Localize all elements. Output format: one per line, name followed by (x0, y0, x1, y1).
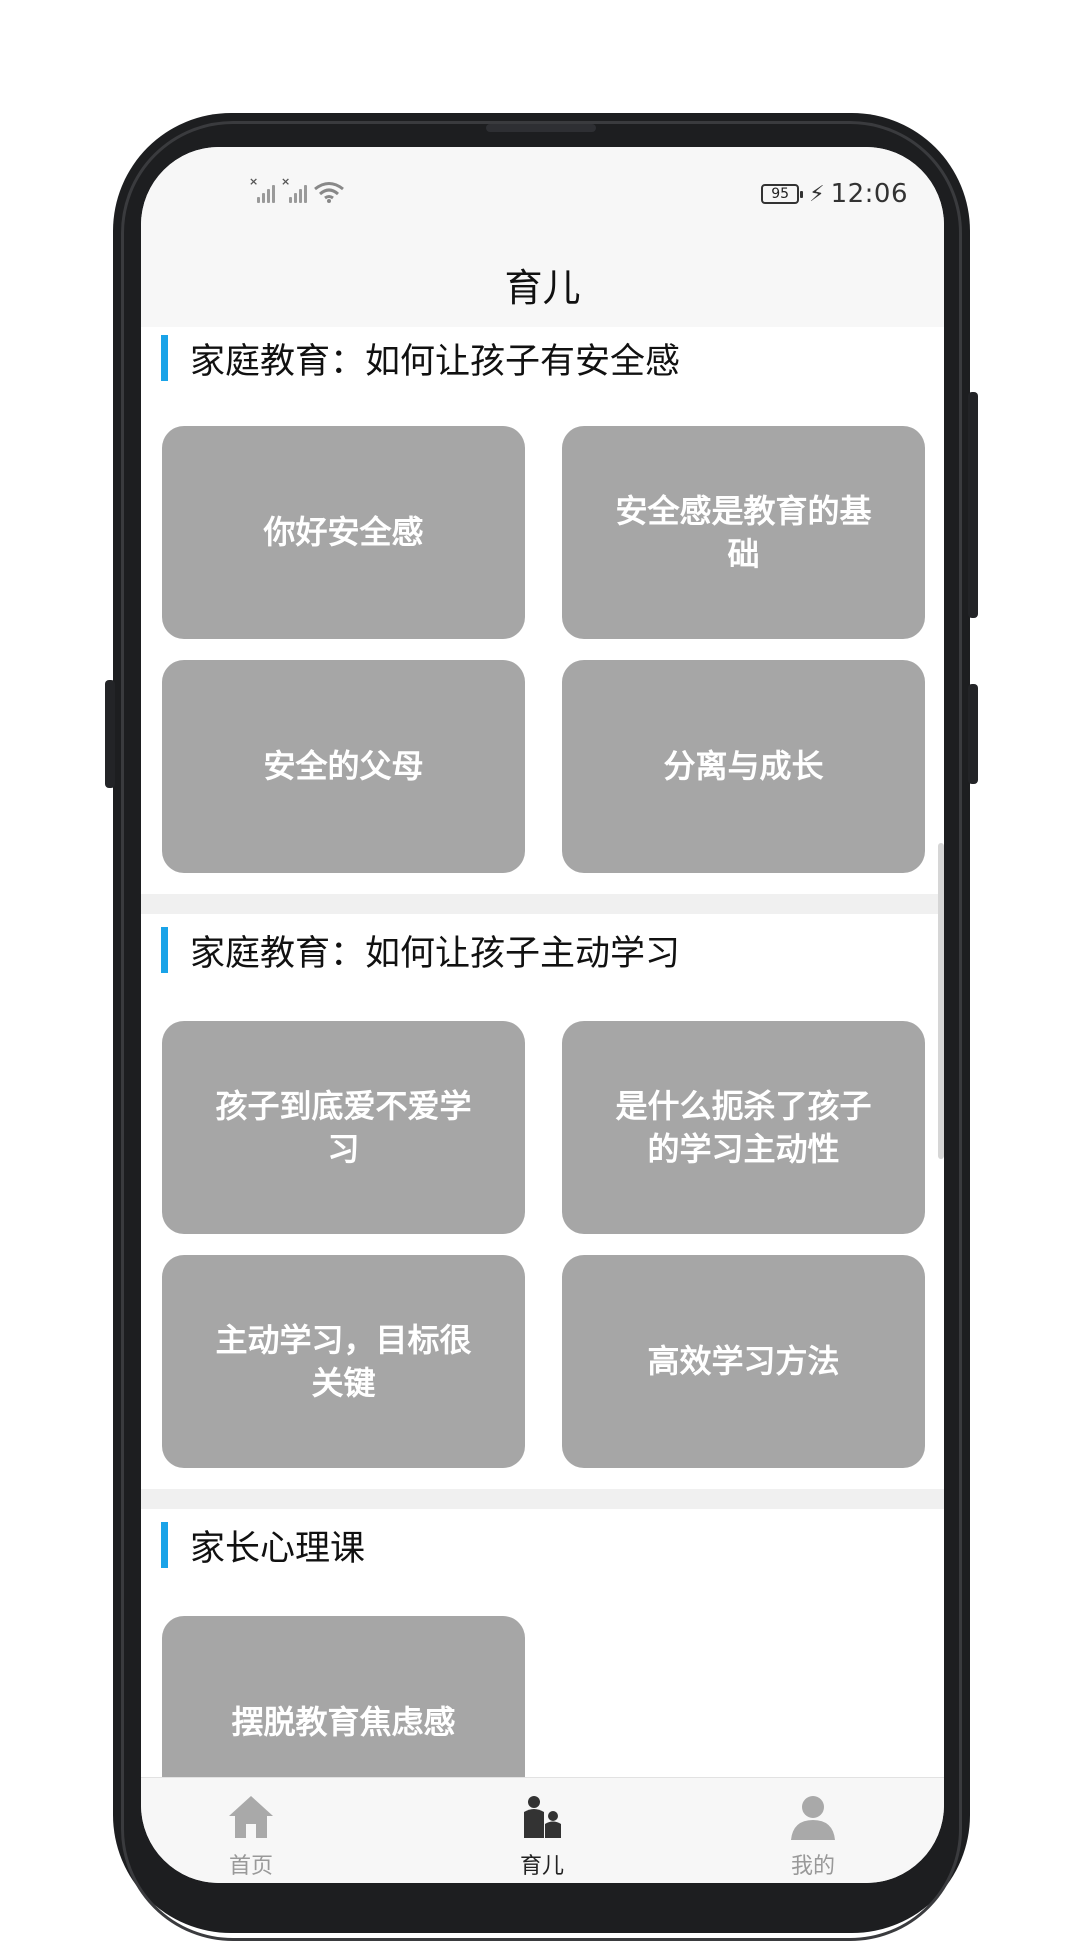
phone-side-button-left (105, 680, 115, 788)
tab-profile[interactable]: 我的 (743, 1792, 883, 1880)
section-header: 家长心理课 (161, 1521, 365, 1569)
phone-speaker (486, 124, 596, 132)
status-time: 12:06 (830, 179, 908, 209)
section-header: 家庭教育：如何让孩子主动学习 (161, 926, 680, 974)
section-divider (141, 894, 944, 914)
section-accent-bar (161, 335, 168, 381)
section-parent-psychology: 家长心理课 摆脱教育焦虑感 (141, 1509, 944, 1777)
course-card[interactable]: 安全感是教育的基础 (562, 426, 925, 639)
charging-icon: ⚡ (809, 181, 825, 207)
profile-icon (791, 1796, 835, 1840)
screen: × × 95 ⚡ 12:06 育儿 家庭教育：如何让孩子有安全感 你好安全感 安… (141, 147, 944, 1883)
phone-volume-button (968, 392, 978, 618)
tab-label: 首页 (228, 1854, 273, 1879)
status-bar: × × 95 ⚡ 12:06 (141, 147, 944, 227)
status-icons-left: × × (249, 175, 345, 203)
tab-label: 育儿 (519, 1854, 564, 1879)
section-title: 家庭教育：如何让孩子有安全感 (190, 341, 681, 382)
signal-icon: × (281, 175, 307, 203)
section-title: 家庭教育：如何让孩子主动学习 (190, 933, 681, 974)
course-card[interactable]: 孩子到底爱不爱学习 (162, 1021, 525, 1234)
content-scroll[interactable]: 家庭教育：如何让孩子有安全感 你好安全感 安全感是教育的基础 安全的父母 分离与… (141, 327, 944, 1777)
tab-home[interactable]: 首页 (181, 1792, 321, 1880)
page-title: 育儿 (504, 266, 581, 310)
phone-power-button (968, 684, 978, 784)
course-card[interactable]: 主动学习，目标很关键 (162, 1255, 525, 1468)
course-card[interactable]: 你好安全感 (162, 426, 525, 639)
course-card[interactable]: 摆脱教育焦虑感 (162, 1616, 525, 1777)
section-accent-bar (161, 1522, 168, 1568)
course-card[interactable]: 高效学习方法 (562, 1255, 925, 1468)
bottom-tab-bar: 首页 育儿 我的 (141, 1777, 944, 1883)
home-icon (229, 1796, 273, 1838)
section-title: 家长心理课 (190, 1528, 366, 1569)
section-active-learning: 家庭教育：如何让孩子主动学习 孩子到底爱不爱学习 是什么扼杀了孩子的学习主动性 … (141, 914, 944, 1489)
tab-label: 我的 (790, 1854, 835, 1879)
section-header: 家庭教育：如何让孩子有安全感 (161, 334, 680, 382)
status-icons-right: 95 ⚡ 12:06 (761, 179, 908, 209)
tab-parenting[interactable]: 育儿 (472, 1792, 612, 1880)
parenting-icon (524, 1796, 561, 1838)
section-divider (141, 1489, 944, 1509)
course-card[interactable]: 安全的父母 (162, 660, 525, 873)
scrollbar[interactable] (938, 843, 944, 1159)
section-accent-bar (161, 927, 168, 973)
section-security: 家庭教育：如何让孩子有安全感 你好安全感 安全感是教育的基础 安全的父母 分离与… (141, 327, 944, 873)
app-header: 育儿 (141, 227, 944, 327)
course-card[interactable]: 分离与成长 (562, 660, 925, 873)
battery-icon: 95 (761, 184, 804, 204)
wifi-icon (314, 182, 344, 203)
signal-icon: × (249, 175, 275, 203)
course-card[interactable]: 是什么扼杀了孩子的学习主动性 (562, 1021, 925, 1234)
